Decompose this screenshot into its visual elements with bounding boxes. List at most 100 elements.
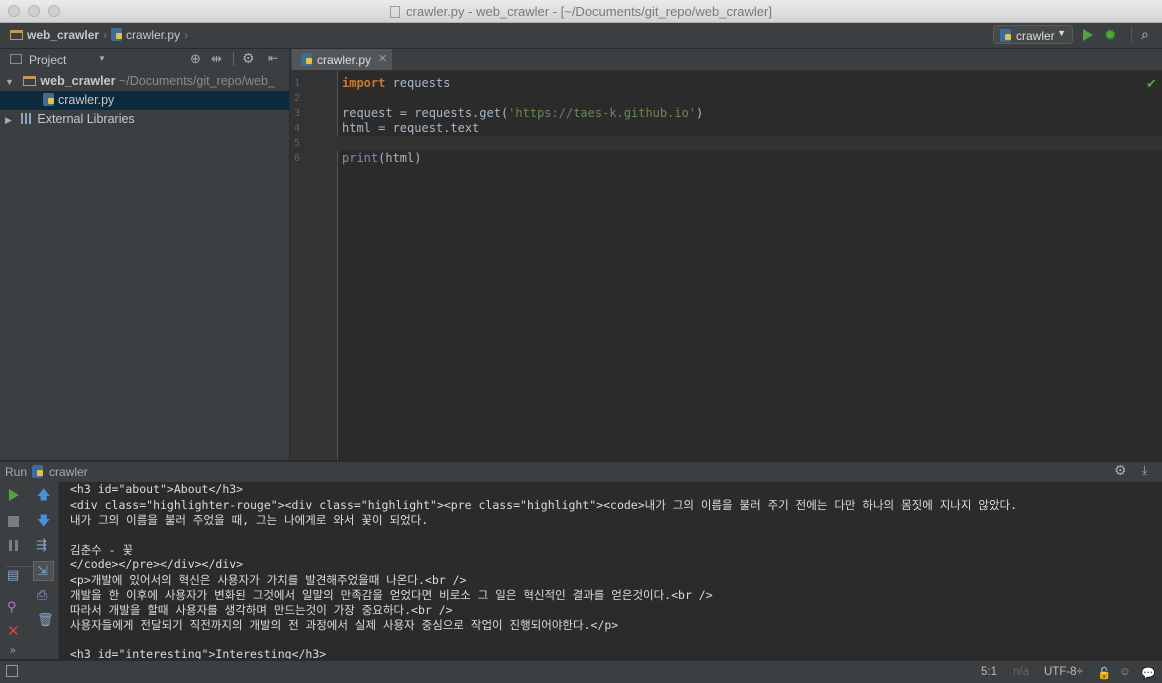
hide-panel-icon[interactable]: ⇤ (268, 51, 278, 65)
pause-button[interactable] (9, 540, 12, 551)
line-number: 1 (294, 78, 301, 89)
inspector-icon[interactable]: ☺ (1119, 666, 1131, 678)
scroll-to-end-icon: ⇲ (37, 563, 48, 578)
line-number: 3 (294, 108, 301, 119)
console-line: <h3 id="about">About</h3> (70, 482, 244, 496)
line-separator-status: n/a (1013, 666, 1029, 678)
inspection-ok-checkmark-icon[interactable]: ✔ (1146, 76, 1157, 92)
project-view-select[interactable]: Project (29, 53, 66, 67)
window-titlebar: crawler.py - web_crawler - [~/Documents/… (0, 0, 1162, 23)
chevron-right-icon: › (103, 28, 108, 42)
soft-wrap-icon[interactable]: ⇶ (36, 538, 47, 552)
console-line: 김춘수 - 꽃 (70, 543, 134, 557)
python-file-icon (1000, 29, 1011, 42)
window-title-text: crawler.py - web_crawler - [~/Documents/… (406, 4, 772, 19)
tree-root-path: ~/Documents/git_repo/web_ (118, 74, 275, 88)
line-number: 6 (294, 153, 301, 164)
run-button[interactable] (1083, 29, 1093, 41)
code-token: (html) (378, 151, 422, 165)
close-icon[interactable]: ✕ (7, 624, 20, 639)
pause-button-bar (15, 540, 18, 551)
chevron-right-icon: › (184, 28, 189, 42)
code-line-4[interactable]: html = request.text (342, 121, 479, 135)
gear-icon[interactable]: ⚙ (1114, 462, 1127, 479)
event-log-icon[interactable]: 💬 (1141, 666, 1155, 680)
folder-icon (10, 30, 23, 40)
gear-icon[interactable]: ⚙ (242, 50, 255, 67)
tab-crawler-py[interactable]: crawler.py ✕ (292, 49, 392, 70)
more-icon[interactable]: » (10, 644, 16, 658)
print-icon[interactable]: ⎙ (37, 588, 47, 602)
line-number: 4 (294, 123, 301, 134)
project-view-icon (10, 54, 22, 64)
tree-root-label: web_crawler (40, 74, 116, 88)
tree-file-label: crawler.py (58, 93, 115, 107)
caret-position[interactable]: 5:1 (981, 666, 997, 678)
builtin-token: print (342, 151, 379, 165)
tab-label: crawler.py (317, 53, 372, 67)
project-panel-header: Project ▼ ⊕ ⇹ ⚙ ⇤ (0, 49, 289, 71)
code-token: request = requests.get( (342, 106, 509, 120)
tree-item-external-libraries[interactable]: ▶ External Libraries (5, 112, 135, 126)
file-encoding[interactable]: UTF-8÷ (1044, 666, 1083, 678)
debug-bug-icon[interactable]: ✹ (1104, 26, 1117, 44)
stop-button[interactable] (8, 516, 19, 527)
close-tab-icon[interactable]: ✕ (378, 52, 387, 65)
navigation-bar: web_crawler › crawler.py › crawler ▼ ✹ ⌕ (0, 23, 1162, 49)
scroll-from-source-icon[interactable]: ⊕ (190, 51, 201, 67)
window-title: crawler.py - web_crawler - [~/Documents/… (0, 4, 1162, 19)
console-line: 내가 그의 이름을 불러 주었을 때, 그는 나에게로 와서 꽃이 되었다. (70, 513, 429, 527)
expand-arrow-icon[interactable]: ▼ (5, 77, 14, 87)
restore-layout-icon[interactable]: ▤ (7, 568, 19, 582)
code-token: requests (385, 76, 451, 90)
code-token: html = request.text (342, 121, 480, 135)
console-line: 개발을 한 이후에 사용자가 변화된 그것에서 일말의 만족감을 얻었다면 비로… (70, 588, 713, 602)
console-line: </code></pre></div></div> (70, 557, 244, 571)
code-line-3[interactable]: request = requests.get('https://taes-k.g… (342, 106, 703, 120)
code-line-1[interactable]: import requests (342, 76, 450, 90)
collapse-all-icon[interactable]: ⇹ (211, 51, 222, 67)
breadcrumb-file[interactable]: crawler.py (111, 28, 180, 42)
dropdown-arrow-icon: ▼ (1057, 28, 1066, 38)
pin-icon[interactable]: ⚲ (7, 600, 17, 614)
caret-line-highlight (337, 136, 1162, 151)
lock-icon[interactable]: 🔓 (1097, 666, 1111, 680)
console-line: 사용자들에게 전달되기 직전까지의 개발의 전 과정에서 실제 사용자 중심으로… (70, 618, 619, 632)
run-panel-header: Run crawler ⚙ ⤓ (0, 461, 1162, 483)
breadcrumb: web_crawler › crawler.py › (10, 28, 192, 42)
python-file-icon (32, 465, 43, 478)
library-icon (21, 113, 34, 124)
hide-panel-icon[interactable]: ⤓ (1142, 463, 1147, 478)
up-arrow-icon[interactable]: 🡅 (37, 488, 50, 502)
rerun-button[interactable] (9, 489, 19, 501)
python-file-icon (111, 28, 123, 41)
trash-icon[interactable]: 🗑 (37, 613, 54, 627)
run-config-label: crawler (49, 465, 88, 479)
status-bar: 5:1 n/a UTF-8÷ 🔓 ☺ 💬 (0, 660, 1162, 683)
tree-item-crawler-file[interactable]: crawler.py (43, 93, 114, 107)
down-arrow-icon[interactable]: 🡇 (37, 514, 50, 528)
console-line: <div class="highlighter-rouge"><div clas… (70, 498, 1018, 512)
editor-tab-bar: crawler.py ✕ (290, 49, 1162, 71)
run-configuration-select[interactable]: crawler ▼ (993, 25, 1073, 44)
console-line: <h3 id="interesting">Interesting</h3> (70, 647, 327, 659)
python-file-icon (43, 93, 54, 106)
tree-item-root[interactable]: ▼ web_crawler ~/Documents/git_repo/web_ (5, 74, 275, 88)
search-icon[interactable]: ⌕ (1141, 26, 1149, 43)
tool-windows-toggle-icon[interactable] (6, 665, 18, 677)
tree-external-label: External Libraries (37, 112, 135, 126)
file-icon (390, 6, 401, 18)
line-number: 2 (294, 93, 301, 104)
console-line: 따라서 개발을 할때 사용자를 생각하며 만드는것이 가장 중요하다.<br /… (70, 603, 453, 617)
line-number: 5 (294, 138, 301, 149)
collapse-arrow-icon[interactable]: ▶ (5, 115, 12, 125)
keyword-token: import (342, 76, 386, 90)
project-tree (0, 70, 289, 460)
run-console-output[interactable]: <h3 id="about">About</h3> <div class="hi… (59, 482, 1162, 659)
code-line-6[interactable]: print(html) (342, 151, 421, 165)
toolbar-divider (1131, 26, 1132, 44)
breadcrumb-project-label: web_crawler (27, 28, 100, 42)
breadcrumb-project[interactable]: web_crawler (10, 28, 99, 42)
run-panel-title: Run (5, 465, 28, 479)
dropdown-arrow-icon[interactable]: ▼ (98, 54, 106, 63)
